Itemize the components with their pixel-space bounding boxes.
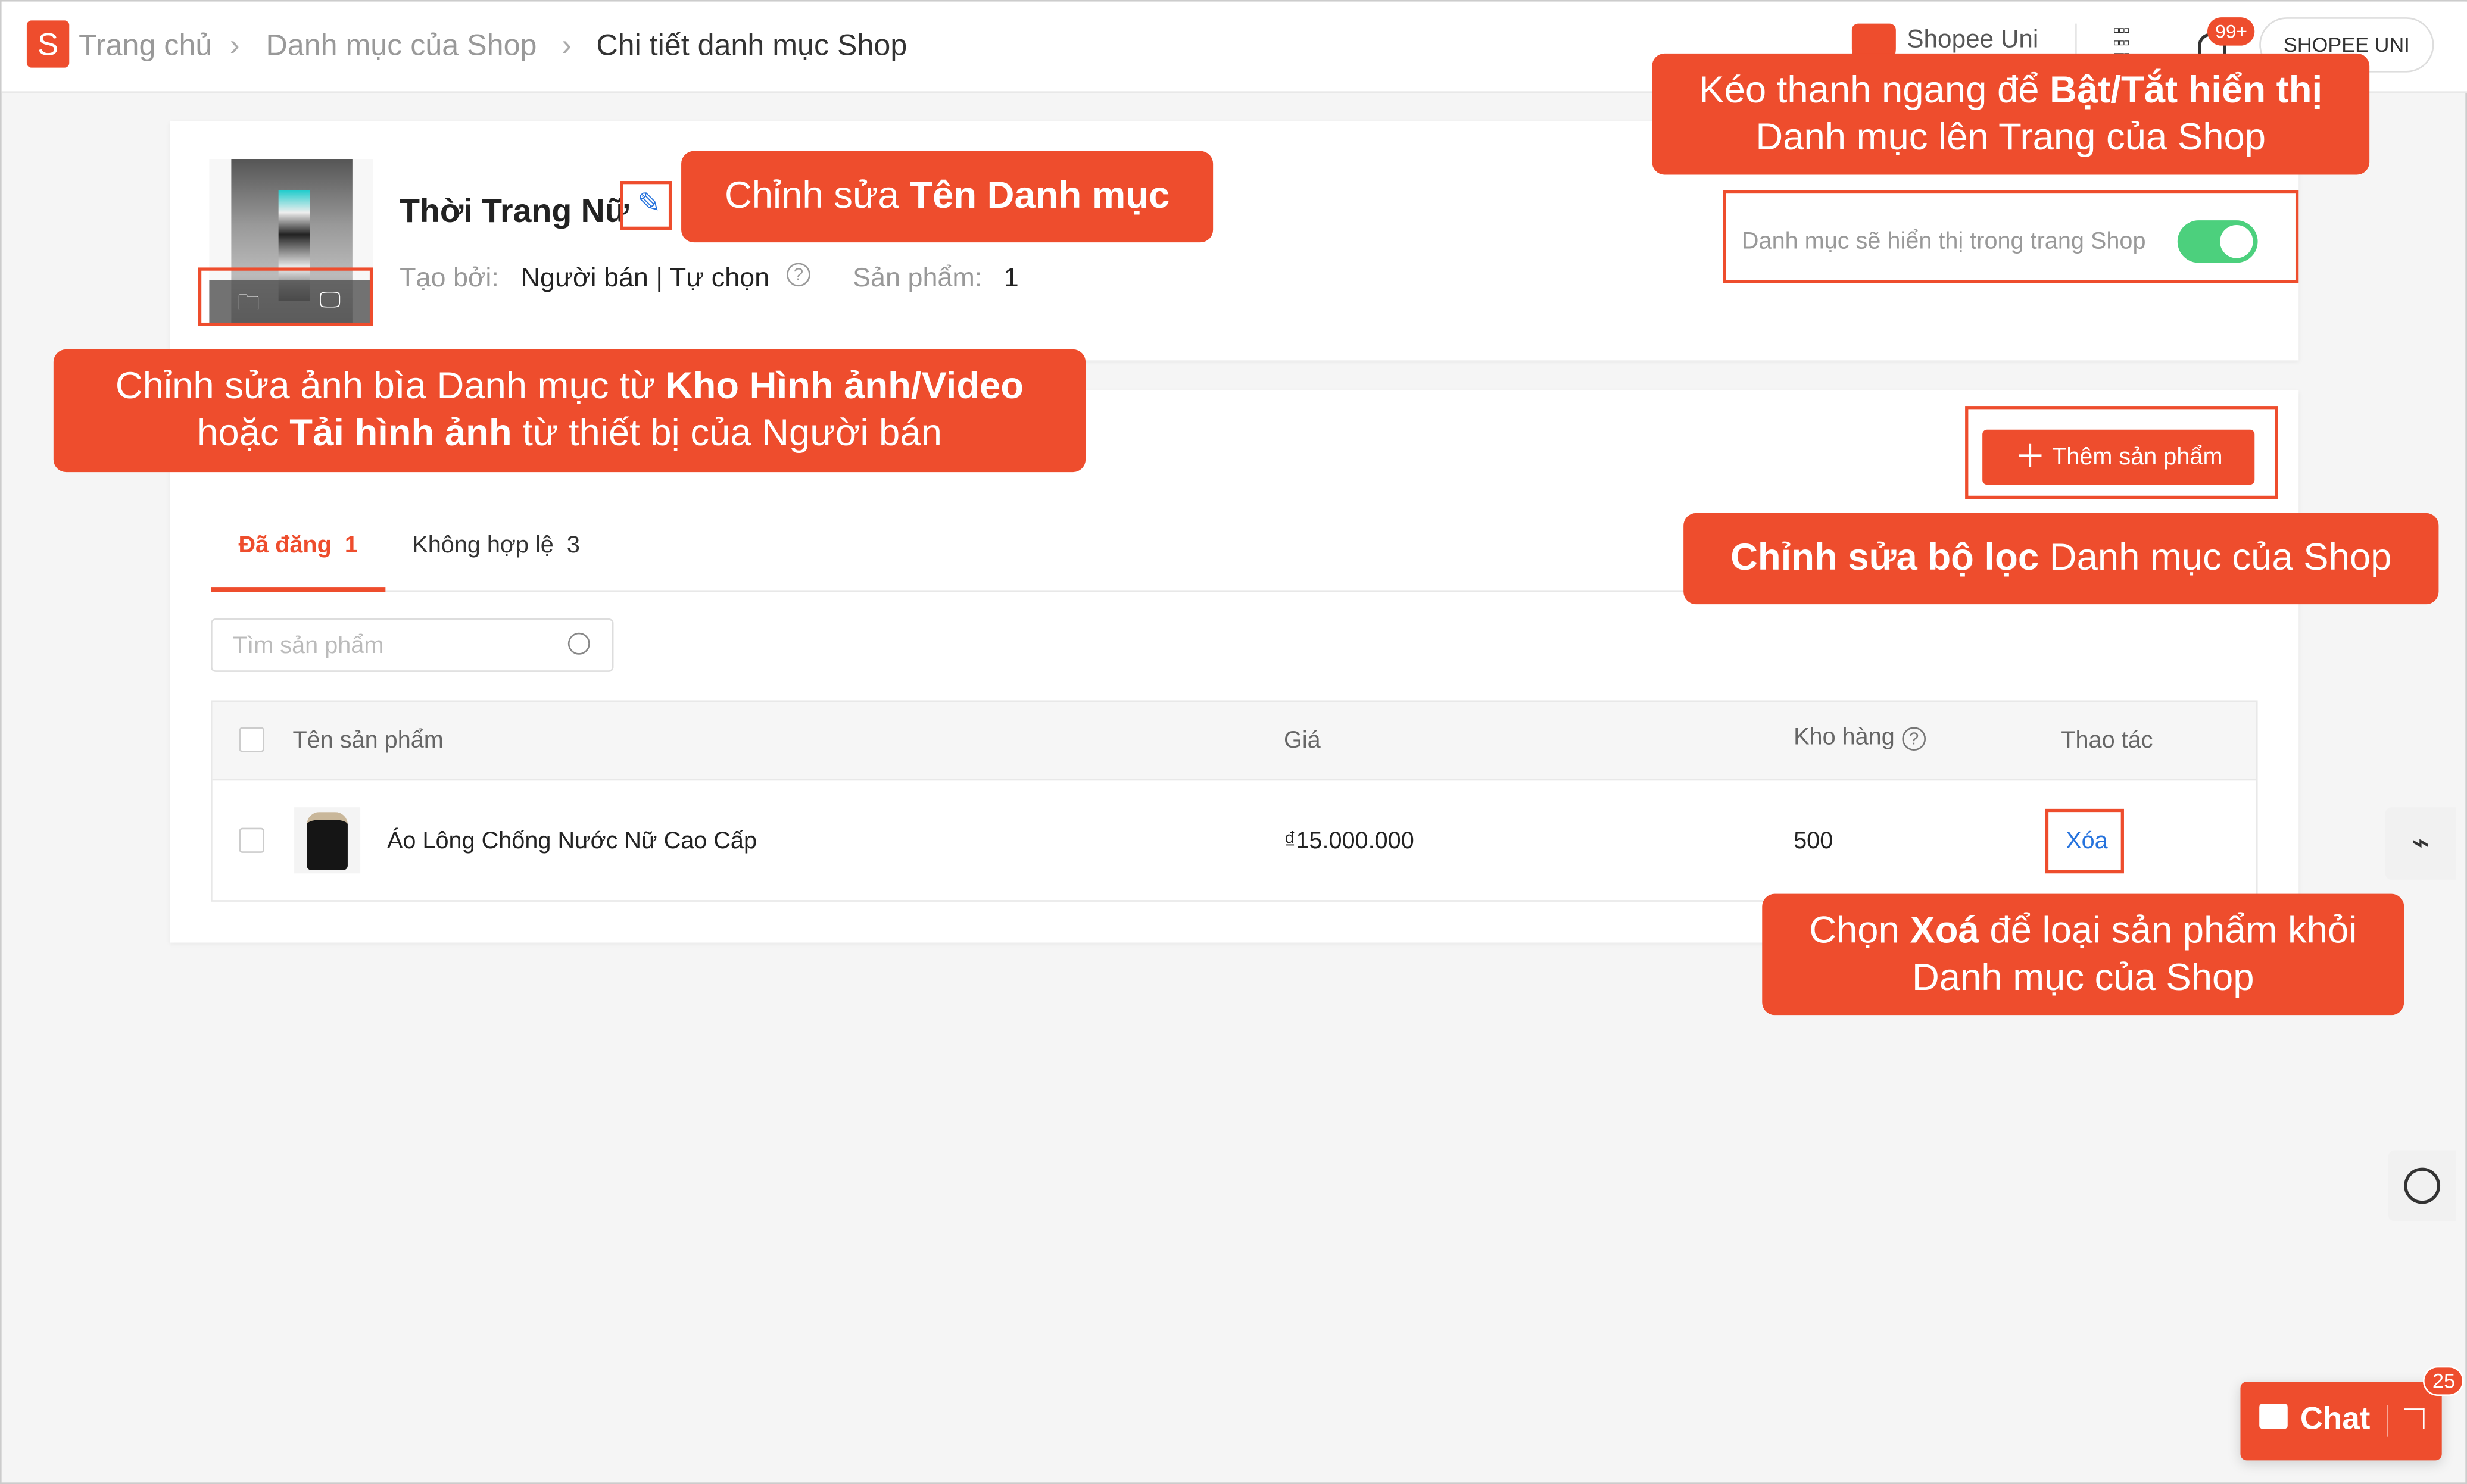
chevron-right-icon: › [229, 30, 240, 63]
tab-published[interactable]: Đã đăng 1 [211, 521, 386, 592]
chat-label: Chat [2300, 1402, 2371, 1437]
header-actions: Thao tác [2061, 727, 2153, 754]
highlight-cover [198, 267, 373, 326]
product-table [211, 700, 2258, 902]
row-checkbox[interactable] [239, 827, 264, 853]
visibility-toggle[interactable] [2177, 220, 2258, 263]
chevron-right-icon: › [562, 30, 572, 63]
customer-support-headset-icon[interactable] [2388, 1150, 2456, 1221]
expand-icon[interactable] [2404, 1408, 2425, 1429]
product-thumbnail [294, 807, 361, 874]
search-icon[interactable] [567, 632, 590, 655]
created-by-label: Tạo bởi: [400, 263, 499, 293]
callout-cover: Chỉnh sửa ảnh bìa Danh mục từ Kho Hình ả… [53, 349, 1086, 473]
callout-filter: Chỉnh sửa bộ lọc Danh mục của Shop [1683, 513, 2439, 605]
highlight-delete [2045, 808, 2124, 874]
breadcrumb-shop-categories[interactable]: Danh mục của Shop [266, 30, 537, 64]
category-name: Thời Trang Nữ [400, 193, 629, 230]
header-price: Giá [1284, 727, 1321, 754]
visibility-label: Danh mục sẽ hiển thị trong trang Shop [1741, 228, 2146, 255]
help-icon[interactable]: ? [1902, 727, 1926, 751]
chat-button[interactable]: Chat [2240, 1382, 2442, 1461]
products-count: 1 [1003, 263, 1019, 293]
shopee-uni-link[interactable]: Shopee Uni [1907, 27, 2038, 55]
callout-toggle: Kéo thanh ngang để Bật/Tắt hiển thị Danh … [1652, 53, 2370, 175]
highlight-add-product [1965, 406, 2278, 499]
select-all-checkbox[interactable] [239, 727, 264, 752]
chat-bubble-icon [2259, 1404, 2288, 1429]
breadcrumb-current: Chi tiết danh mục Shop [596, 30, 907, 63]
page: S Trang chủ › Danh mục của Shop › Chi ti… [0, 0, 2467, 1484]
table-header [212, 702, 2256, 781]
breadcrumb-home[interactable]: Trang chủ [79, 30, 212, 64]
created-by-value: Người bán | Tự chọn [520, 263, 770, 293]
highlight-edit-name [620, 181, 672, 230]
chat-badge: 25 [2422, 1366, 2465, 1396]
shopee-logo-icon[interactable]: S [26, 20, 70, 68]
search-input[interactable]: Tìm sản phẩm [211, 618, 614, 672]
product-stock: 500 [1794, 827, 1833, 855]
performance-chart-icon[interactable]: ⌁ [2385, 807, 2456, 880]
product-price: ₫15.000.000 [1284, 827, 1414, 855]
help-icon[interactable]: ? [787, 263, 810, 287]
callout-edit-name: Chỉnh sửa Tên Danh mục [681, 151, 1214, 243]
notification-badge: 99+ [2207, 17, 2256, 46]
search-placeholder: Tìm sản phẩm [233, 632, 384, 660]
header-stock: Kho hàng [1794, 724, 1895, 751]
callout-delete: Chọn Xoá để loại sản phẩm khỏi Danh mục c… [1762, 893, 2404, 1016]
product-name[interactable]: Áo Lông Chống Nước Nữ Cao Cấp [387, 828, 757, 855]
tab-invalid[interactable]: Không hợp lệ 3 [412, 532, 580, 559]
products-label: Sản phẩm: [853, 263, 983, 293]
header-name: Tên sản phẩm [292, 727, 444, 754]
